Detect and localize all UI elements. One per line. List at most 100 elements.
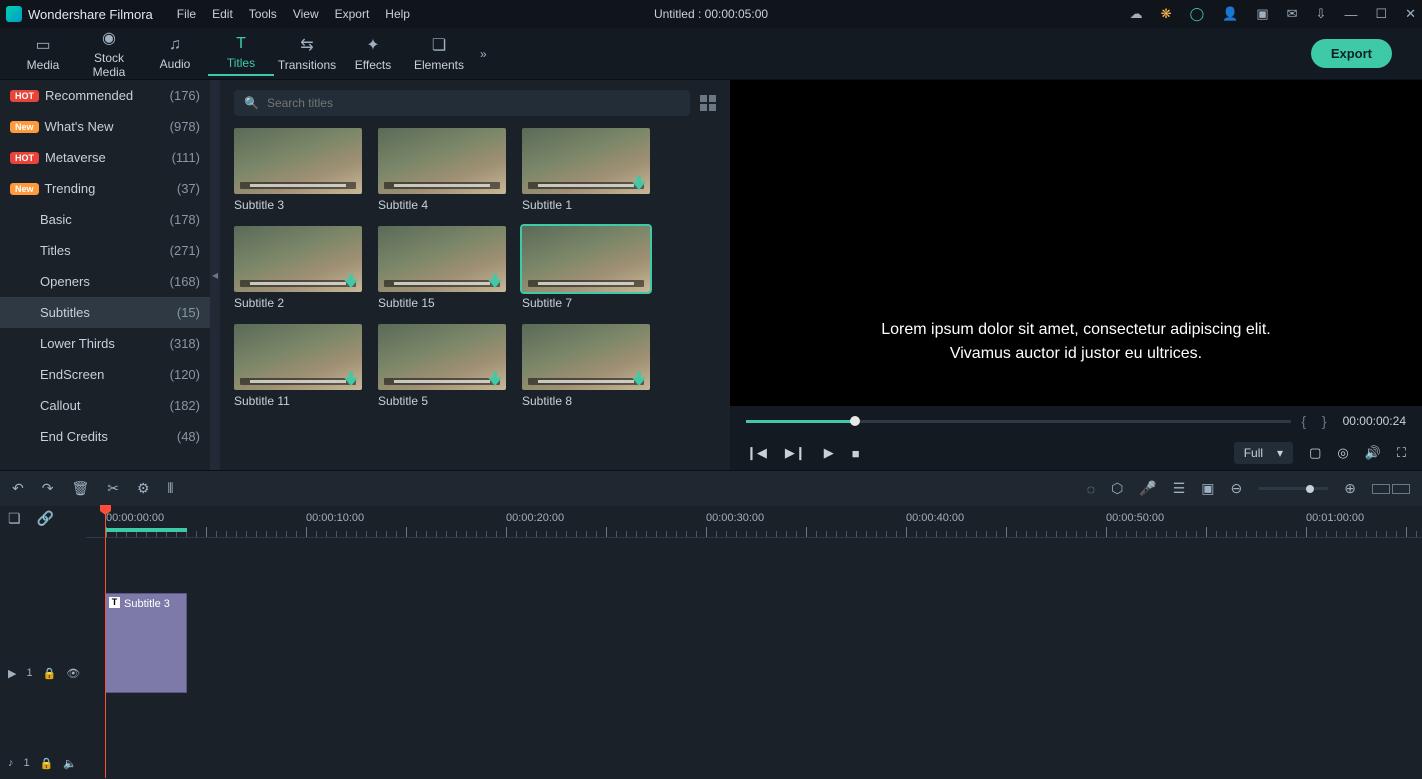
lock-icon[interactable]: 🔒 — [43, 667, 57, 680]
play-icon[interactable]: ▶ — [824, 445, 834, 461]
zoom-slider[interactable] — [1258, 487, 1328, 490]
ruler-label: 00:00:40:00 — [906, 512, 964, 524]
sidebar-item-endscreen[interactable]: EndScreen(120) — [0, 359, 210, 390]
clip-type-badge: T — [109, 597, 120, 608]
timeline-ruler[interactable]: 00:00:00:0000:00:10:0000:00:20:0000:00:3… — [86, 506, 1422, 538]
sidebar-collapse-handle[interactable]: ◂ — [210, 80, 220, 470]
pin-icon[interactable]: ⇩ — [1316, 6, 1327, 22]
scrub-track[interactable] — [746, 420, 1291, 423]
search-box[interactable]: 🔍 — [234, 90, 690, 116]
title-thumbnail[interactable] — [378, 226, 506, 292]
redo-icon[interactable]: ↷ — [42, 480, 54, 497]
step-back-icon[interactable]: ❙◀ — [746, 445, 767, 461]
marker-icon[interactable]: ⬡ — [1111, 480, 1123, 497]
clip-trim-range[interactable] — [105, 528, 187, 532]
menu-tools[interactable]: Tools — [249, 7, 277, 21]
mail-icon[interactable]: ✉ — [1287, 6, 1298, 22]
snapshot-icon[interactable]: ◎ — [1337, 445, 1348, 461]
sidebar-item-basic[interactable]: Basic(178) — [0, 204, 210, 235]
title-thumbnail[interactable] — [378, 128, 506, 194]
mixer-icon[interactable]: ☰ — [1173, 480, 1186, 497]
title-thumbnail[interactable] — [522, 324, 650, 390]
video-preview[interactable]: Lorem ipsum dolor sit amet, consectetur … — [730, 80, 1422, 406]
save-icon[interactable]: ▣ — [1256, 6, 1268, 22]
account-icon[interactable]: 👤 — [1222, 6, 1238, 22]
cut-icon[interactable]: ✂ — [107, 480, 119, 497]
loop-braces-icon[interactable]: { } — [1301, 413, 1332, 429]
step-forward-icon[interactable]: ▶❙ — [785, 445, 806, 461]
thumbnail-label: Subtitle 3 — [234, 198, 362, 212]
search-input[interactable] — [267, 96, 680, 110]
sidebar-item-end-credits[interactable]: End Credits(48) — [0, 421, 210, 452]
export-button[interactable]: Export — [1311, 39, 1392, 68]
menu-view[interactable]: View — [293, 7, 319, 21]
tab-media-label: Media — [10, 58, 76, 72]
tab-titles[interactable]: TTitles — [208, 31, 274, 76]
sidebar-item-metaverse[interactable]: HOTMetaverse(111) — [0, 142, 210, 173]
volume-icon[interactable]: 🔊 — [1365, 445, 1381, 461]
title-thumbnail[interactable] — [522, 226, 650, 292]
stop-icon[interactable]: ■ — [852, 446, 860, 461]
headphones-icon[interactable]: ◯ — [1190, 6, 1205, 22]
audio-track-header[interactable]: ♪1 🔒 🔈 — [0, 748, 86, 778]
maximize-icon[interactable]: ☐ — [1375, 6, 1387, 22]
title-thumbnail[interactable] — [522, 128, 650, 194]
more-tabs-icon[interactable]: » — [480, 47, 487, 61]
visibility-icon[interactable]: 👁 — [66, 667, 80, 680]
sidebar-item-count: (178) — [170, 212, 200, 227]
title-thumbnail[interactable] — [234, 226, 362, 292]
playhead[interactable] — [105, 506, 106, 778]
sidebar-item-titles[interactable]: Titles(271) — [0, 235, 210, 266]
video-track-number: 1 — [26, 667, 32, 679]
link-icon[interactable]: 🔗 — [37, 510, 54, 527]
mute-icon[interactable]: 🔈 — [63, 757, 77, 770]
sidebar-item-openers[interactable]: Openers(168) — [0, 266, 210, 297]
audio-wave-icon[interactable]: ⫴ — [168, 480, 174, 497]
fullscreen-icon[interactable]: ⛶ — [1397, 445, 1406, 461]
lock-icon[interactable]: 🔒 — [40, 757, 54, 770]
sidebar-item-subtitles[interactable]: Subtitles(15) — [0, 297, 210, 328]
sidebar-item-callout[interactable]: Callout(182) — [0, 390, 210, 421]
tab-stock-media[interactable]: ◉Stock Media — [76, 24, 142, 83]
tab-transitions[interactable]: ⇆Transitions — [274, 31, 340, 76]
timeline-clip[interactable]: T Subtitle 3 — [105, 593, 187, 693]
sidebar-item-what-s-new[interactable]: NewWhat's New(978) — [0, 111, 210, 142]
tab-elements[interactable]: ❏Elements — [406, 31, 472, 76]
crop-icon[interactable]: ▣ — [1201, 480, 1214, 497]
cloud-icon[interactable]: ☁ — [1130, 6, 1143, 22]
undo-icon[interactable]: ↶ — [12, 480, 24, 497]
sidebar-item-lower-thirds[interactable]: Lower Thirds(318) — [0, 328, 210, 359]
delete-icon[interactable]: 🗑 — [71, 480, 89, 497]
view-grid-icon[interactable] — [700, 95, 716, 111]
menu-edit[interactable]: Edit — [212, 7, 233, 21]
quality-selector[interactable]: Full ▾ — [1234, 442, 1293, 464]
minimap-icon[interactable] — [1372, 484, 1390, 494]
tracks-body[interactable]: T Subtitle 3 — [86, 538, 1422, 778]
minimap-icon-2[interactable] — [1392, 484, 1410, 494]
clip-icon[interactable]: ❏ — [8, 510, 21, 527]
minimize-icon[interactable]: — — [1344, 7, 1357, 22]
voiceover-icon[interactable]: 🎤 — [1139, 480, 1156, 497]
video-track-header[interactable]: ▶1 🔒 👁 — [0, 658, 86, 688]
sidebar-item-recommended[interactable]: HOTRecommended(176) — [0, 80, 210, 111]
scrub-thumb[interactable] — [850, 416, 860, 426]
lightbulb-icon[interactable]: ❋ — [1161, 6, 1172, 22]
tab-media[interactable]: ▭Media — [10, 31, 76, 76]
title-thumbnail[interactable] — [378, 324, 506, 390]
zoom-in-icon[interactable]: ⊕ — [1344, 480, 1356, 497]
title-thumbnail[interactable] — [234, 324, 362, 390]
tab-effects[interactable]: ✦Effects — [340, 31, 406, 76]
sidebar-item-trending[interactable]: NewTrending(37) — [0, 173, 210, 204]
sidebar-item-count: (48) — [177, 429, 200, 444]
display-icon[interactable]: ▢ — [1309, 445, 1321, 461]
menu-export[interactable]: Export — [335, 7, 370, 21]
title-thumbnail[interactable] — [234, 128, 362, 194]
tab-audio[interactable]: ♫Audio — [142, 32, 208, 75]
render-icon[interactable]: ◌ — [1087, 481, 1095, 497]
close-icon[interactable]: ✕ — [1405, 6, 1416, 22]
menu-help[interactable]: Help — [385, 7, 410, 21]
menu-file[interactable]: File — [177, 7, 196, 21]
zoom-out-icon[interactable]: ⊖ — [1231, 480, 1243, 497]
adjust-icon[interactable]: ⚙ — [137, 480, 150, 497]
zoom-slider-thumb[interactable] — [1306, 485, 1314, 493]
